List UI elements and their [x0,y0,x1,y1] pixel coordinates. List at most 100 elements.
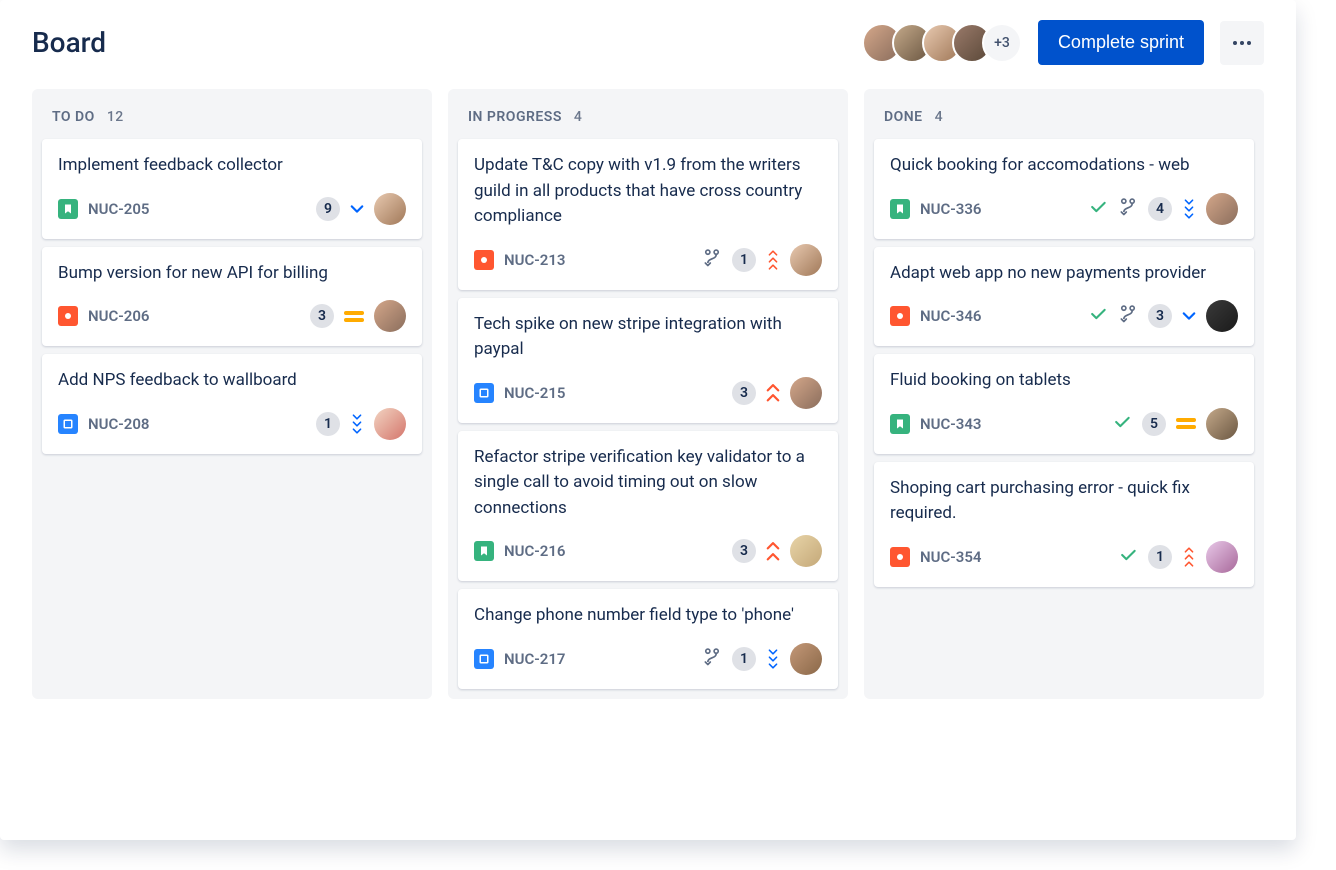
more-actions-button[interactable] [1220,21,1264,65]
priority-icon [766,383,780,403]
more-icon [1240,41,1244,45]
priority-icon [1176,418,1196,429]
issue-card[interactable]: Implement feedback collector NUC-205 9 [42,139,422,239]
story-points-badge: 5 [1142,412,1166,436]
assignee-avatar[interactable] [790,244,822,276]
issue-key: NUC-354 [920,548,981,566]
issue-type-icon [474,383,494,403]
assignee-avatar[interactable] [790,535,822,567]
story-points-badge: 3 [732,381,756,405]
issue-type-icon [890,414,910,434]
story-points-badge: 3 [1148,304,1172,328]
issue-type-icon [58,199,78,219]
branch-icon [1118,304,1138,328]
assignee-avatar[interactable] [1206,193,1238,225]
issue-type-icon [474,250,494,270]
assignee-avatar[interactable] [1206,408,1238,440]
issue-card[interactable]: Add NPS feedback to wallboard NUC-208 1 [42,354,422,454]
issue-card[interactable]: Change phone number field type to 'phone… [458,589,838,689]
assignee-avatar[interactable] [374,300,406,332]
issue-type-icon [890,306,910,326]
card-title: Tech spike on new stripe integration wit… [474,312,822,363]
story-points-badge: 1 [732,248,756,272]
card-title: Shoping cart purchasing error - quick fi… [890,476,1238,527]
issue-type-icon [474,541,494,561]
priority-icon [766,541,780,561]
branch-icon [1118,197,1138,221]
card-title: Refactor stripe verification key validat… [474,445,822,522]
issue-card[interactable]: Fluid booking on tablets NUC-343 5 [874,354,1254,454]
card-title: Change phone number field type to 'phone… [474,603,822,629]
story-points-badge: 3 [310,304,334,328]
story-points-badge: 3 [732,539,756,563]
assignee-avatars[interactable]: +3 [862,23,1022,63]
priority-icon [1182,547,1196,567]
priority-icon [766,649,780,669]
assignee-avatar[interactable] [790,377,822,409]
branch-icon [702,248,722,272]
issue-type-icon [474,649,494,669]
column-title: TO DO [52,109,95,125]
assignee-avatar[interactable] [790,643,822,675]
issue-type-icon [58,306,78,326]
done-check-icon [1088,197,1108,221]
column-count: 4 [574,109,582,125]
issue-card[interactable]: Bump version for new API for billing NUC… [42,247,422,347]
card-title: Adapt web app no new payments provider [890,261,1238,287]
done-check-icon [1088,304,1108,328]
issue-key: NUC-216 [504,542,565,560]
issue-key: NUC-206 [88,307,149,325]
assignee-avatar[interactable] [1206,300,1238,332]
card-title: Implement feedback collector [58,153,406,179]
assignee-avatar[interactable] [374,408,406,440]
issue-card[interactable]: Tech spike on new stripe integration wit… [458,298,838,423]
issue-key: NUC-215 [504,384,565,402]
assignee-avatar[interactable] [374,193,406,225]
column-title: IN PROGRESS [468,109,562,125]
priority-icon [1182,306,1196,326]
priority-icon [1182,199,1196,219]
issue-card[interactable]: Quick booking for accomodations - web NU… [874,139,1254,239]
priority-icon [350,414,364,434]
issue-type-icon [890,199,910,219]
assignee-avatar[interactable] [1206,541,1238,573]
complete-sprint-button[interactable]: Complete sprint [1038,20,1204,65]
card-title: Add NPS feedback to wallboard [58,368,406,394]
branch-icon [702,647,722,671]
priority-icon [766,250,780,270]
card-title: Fluid booking on tablets [890,368,1238,394]
card-title: Quick booking for accomodations - web [890,153,1238,179]
issue-key: NUC-343 [920,415,981,433]
card-title: Update T&C copy with v1.9 from the write… [474,153,822,230]
story-points-badge: 1 [1148,545,1172,569]
priority-icon [350,199,364,219]
story-points-badge: 1 [732,647,756,671]
issue-key: NUC-208 [88,415,149,433]
column: IN PROGRESS 4 Update T&C copy with v1.9 f… [448,89,848,699]
issue-card[interactable]: Refactor stripe verification key validat… [458,431,838,582]
column-header: DONE 4 [874,89,1254,139]
priority-icon [344,311,364,322]
issue-card[interactable]: Adapt web app no new payments provider N… [874,247,1254,347]
page-title: Board [32,26,106,59]
story-points-badge: 1 [316,412,340,436]
story-points-badge: 9 [316,197,340,221]
done-check-icon [1118,545,1138,569]
more-icon [1233,41,1237,45]
issue-key: NUC-205 [88,200,149,218]
done-check-icon [1112,412,1132,436]
column-header: IN PROGRESS 4 [458,89,838,139]
issue-key: NUC-213 [504,251,565,269]
column-count: 12 [107,109,124,125]
issue-card[interactable]: Shoping cart purchasing error - quick fi… [874,462,1254,587]
column-title: DONE [884,109,923,125]
avatar-more[interactable]: +3 [982,23,1022,63]
column-header: TO DO 12 [42,89,422,139]
column: DONE 4 Quick booking for accomodations - … [864,89,1264,699]
issue-key: NUC-217 [504,650,565,668]
story-points-badge: 4 [1148,197,1172,221]
column-count: 4 [935,109,943,125]
issue-card[interactable]: Update T&C copy with v1.9 from the write… [458,139,838,290]
column: TO DO 12 Implement feedback collector NUC… [32,89,432,699]
issue-key: NUC-336 [920,200,981,218]
